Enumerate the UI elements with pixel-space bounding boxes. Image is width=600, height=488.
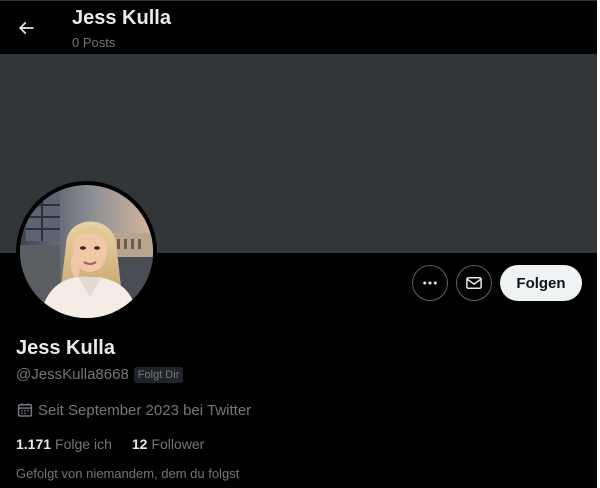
top-bar: Jess Kulla 0 Posts [0, 0, 597, 54]
joined-text: Seit September 2023 bei Twitter [38, 401, 252, 419]
arrow-left-icon [18, 21, 34, 35]
following-label: Folge ich [55, 436, 112, 452]
followers-count: 12 [131, 436, 148, 452]
back-button[interactable] [8, 10, 44, 46]
followed-by-text: Gefolgt von niemandem, dem du folgst [16, 466, 240, 481]
follows-you-badge: Folgt Dir [133, 366, 184, 383]
following-link[interactable]: 1.171 Folge ich [16, 436, 112, 452]
mail-icon [466, 277, 482, 289]
follow-button[interactable]: Folgen [500, 265, 582, 301]
profile-handle: @JessKulla8668 [16, 366, 129, 383]
profile-photo [20, 185, 153, 318]
follow-stats: 1.171 Folge ich 12 Follower [16, 436, 204, 452]
header-title: Jess Kulla [72, 7, 171, 29]
profile-name: Jess Kulla [16, 337, 115, 359]
followers-link[interactable]: 12 Follower [132, 436, 204, 452]
avatar[interactable] [16, 181, 157, 322]
followers-label: Follower [151, 436, 205, 452]
calendar-icon [17, 403, 33, 417]
more-icon [423, 281, 437, 285]
handle-row: @JessKulla8668 Folgt Dir [16, 366, 184, 383]
more-options-button[interactable] [412, 265, 448, 301]
post-count: 0 Posts [72, 35, 116, 50]
following-count: 1.171 [16, 436, 52, 452]
joined-date: Seit September 2023 bei Twitter [16, 401, 251, 419]
message-button[interactable] [456, 265, 492, 301]
